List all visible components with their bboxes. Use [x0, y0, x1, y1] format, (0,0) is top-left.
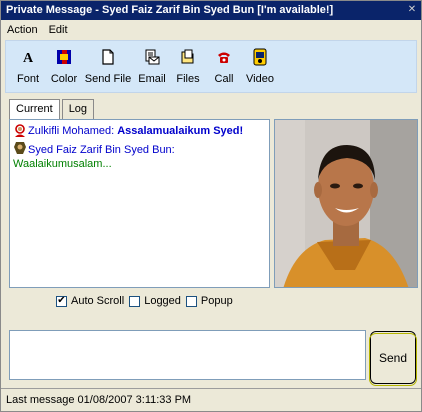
- chat-message: Zulkifli Mohamed: Assalamualaikum Syed!: [13, 124, 266, 138]
- checkbox-checked-icon: ✔: [56, 295, 67, 307]
- user-avatar-icon: [13, 141, 27, 155]
- title-bar[interactable]: Private Message - Syed Faiz Zarif Bin Sy…: [1, 1, 421, 20]
- files-label: Files: [176, 73, 200, 85]
- message-sender: Syed Faiz Zarif Bin Syed Bun:: [28, 144, 175, 156]
- toolbar: A Font Color Send File Email Files Call …: [5, 40, 417, 93]
- message-input[interactable]: [9, 330, 366, 380]
- files-icon: [180, 47, 196, 67]
- menu-bar: Action Edit: [1, 20, 421, 39]
- menu-action[interactable]: Action: [7, 24, 38, 36]
- message-text: Waalaikumusalam...: [13, 158, 112, 170]
- tab-strip: Current Log: [9, 99, 96, 120]
- font-icon: A: [21, 47, 35, 67]
- email-button[interactable]: Email: [136, 41, 168, 92]
- conversation-pane[interactable]: Zulkifli Mohamed: Assalamualaikum Syed! …: [9, 119, 270, 288]
- svg-text:A: A: [23, 51, 34, 65]
- font-button[interactable]: A Font: [12, 41, 44, 92]
- last-message-status: Last message 01/08/2007 3:11:33 PM: [6, 394, 192, 406]
- email-icon: [144, 47, 160, 67]
- message-text: Assalamualaikum Syed!: [117, 125, 244, 137]
- options-row: ✔ Auto Scroll Logged Popup: [56, 293, 238, 309]
- video-label: Video: [246, 73, 274, 85]
- window-title: Private Message - Syed Faiz Zarif Bin Sy…: [6, 4, 334, 16]
- send-file-button[interactable]: Send File: [84, 41, 132, 92]
- private-message-window: Private Message - Syed Faiz Zarif Bin Sy…: [0, 0, 422, 412]
- status-bar: Last message 01/08/2007 3:11:33 PM: [1, 388, 421, 411]
- color-icon: [56, 47, 72, 67]
- video-button[interactable]: Video: [244, 41, 276, 92]
- call-icon: [216, 47, 232, 67]
- logged-checkbox[interactable]: Logged: [129, 295, 181, 307]
- tab-current[interactable]: Current: [9, 99, 60, 120]
- auto-scroll-checkbox[interactable]: ✔ Auto Scroll: [56, 295, 124, 307]
- color-label: Color: [50, 73, 78, 85]
- message-sender: Zulkifli Mohamed:: [28, 125, 115, 137]
- files-button[interactable]: Files: [172, 41, 204, 92]
- send-file-label: Send File: [84, 73, 132, 85]
- chat-message: Syed Faiz Zarif Bin Syed Bun: Waalaikumu…: [13, 141, 266, 171]
- send-file-icon: [101, 47, 115, 67]
- email-label: Email: [138, 73, 166, 85]
- close-icon[interactable]: ✕: [406, 4, 418, 16]
- webcam-image: [275, 120, 417, 287]
- tab-log[interactable]: Log: [61, 99, 95, 119]
- webcam-video-feed: [274, 119, 418, 288]
- call-button[interactable]: Call: [208, 41, 240, 92]
- checkbox-empty-icon: [129, 295, 141, 307]
- logged-label: Logged: [144, 295, 181, 307]
- color-button[interactable]: Color: [48, 41, 80, 92]
- checkbox-empty-icon: [185, 295, 197, 307]
- popup-label: Popup: [200, 295, 233, 307]
- menu-edit[interactable]: Edit: [49, 24, 68, 36]
- popup-checkbox[interactable]: Popup: [185, 295, 233, 307]
- video-icon: [252, 47, 268, 67]
- call-label: Call: [214, 73, 234, 85]
- auto-scroll-label: Auto Scroll: [71, 295, 125, 307]
- buddy-avatar-icon: [13, 124, 27, 138]
- send-button[interactable]: Send: [369, 331, 417, 386]
- font-label: Font: [16, 73, 39, 85]
- send-button-label: Send: [378, 350, 408, 365]
